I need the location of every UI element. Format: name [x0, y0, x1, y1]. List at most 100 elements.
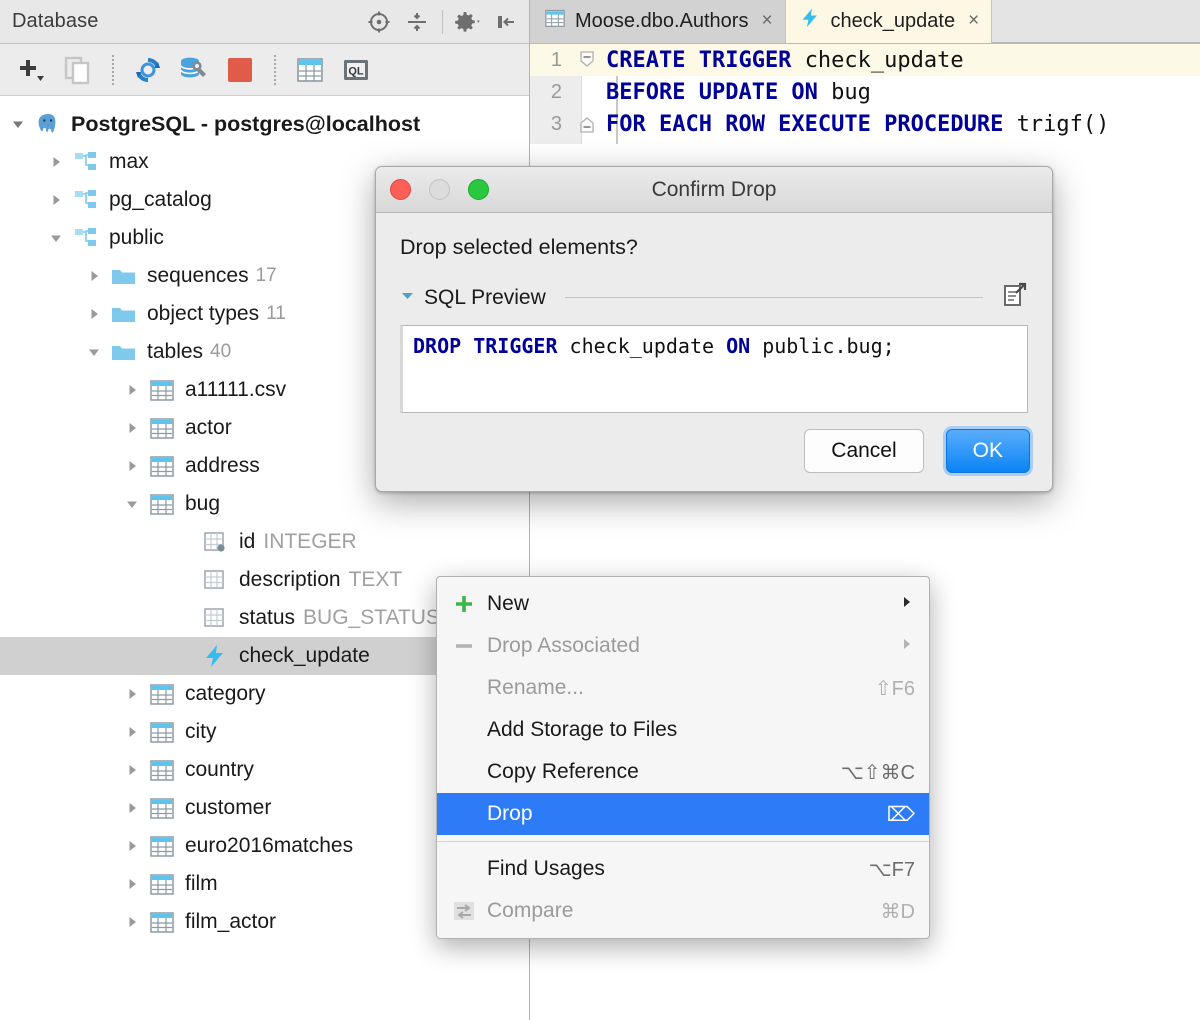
chevron-right-icon[interactable] [122, 456, 142, 476]
chevron-right-icon[interactable] [84, 304, 104, 324]
menu-item-shortcut: ⌘D [880, 900, 915, 923]
tree-node-label: description [239, 568, 341, 591]
close-window-button[interactable] [390, 179, 411, 200]
tree-node-type: INTEGER [263, 530, 357, 553]
synchronize-icon[interactable] [128, 50, 168, 90]
menu-item-drop[interactable]: Drop ⌦ [437, 793, 929, 835]
duplicate-icon [58, 50, 98, 90]
sql-preview-box[interactable]: DROP TRIGGER check_update ON public.bug; [400, 325, 1028, 413]
sql-identifier: public.bug; [762, 334, 895, 358]
tree-node-label: category [185, 682, 266, 705]
close-icon[interactable]: × [968, 10, 979, 32]
chevron-right-icon[interactable] [122, 836, 142, 856]
menu-item-label: Drop Associated [487, 634, 640, 657]
sql-keyword: ON [726, 334, 763, 358]
trigger-icon [202, 644, 230, 668]
chevron-down-icon[interactable] [8, 114, 28, 134]
menu-item-add-storage-to-files[interactable]: Add Storage to Files [437, 709, 929, 751]
trigger-icon [800, 7, 822, 35]
menu-item-shortcut: ⇧F6 [874, 677, 915, 700]
chevron-right-icon[interactable] [122, 722, 142, 742]
table-icon [148, 796, 176, 820]
tree-node-label: public [109, 226, 164, 249]
chevron-right-icon[interactable] [122, 912, 142, 932]
chevron-right-icon[interactable] [46, 152, 66, 172]
maximize-window-button[interactable] [468, 179, 489, 200]
chevron-right-icon[interactable] [46, 190, 66, 210]
chevron-right-icon[interactable] [122, 418, 142, 438]
menu-item-label: Drop [487, 802, 533, 825]
chevron-right-icon[interactable] [122, 380, 142, 400]
menu-item-label: Rename... [487, 676, 584, 699]
table-icon [148, 378, 176, 402]
tab-check-update[interactable]: check_update × [785, 0, 993, 43]
cancel-button[interactable]: Cancel [804, 429, 924, 473]
menu-item-new[interactable]: New [437, 583, 929, 625]
table-icon [148, 910, 176, 934]
code-text: CREATE TRIGGER check_update [602, 48, 964, 73]
dialog-question: Drop selected elements? [400, 235, 638, 259]
chevron-right-icon[interactable] [122, 684, 142, 704]
tree-node-count: 40 [210, 341, 232, 362]
tree-node-label: customer [185, 796, 272, 819]
close-icon[interactable]: × [761, 10, 772, 32]
tree-node-label: sequences [147, 264, 249, 287]
menu-item-label: Find Usages [487, 857, 605, 880]
tabbar-empty-area [992, 0, 1200, 43]
add-icon[interactable] [12, 50, 52, 90]
column-icon [202, 568, 230, 592]
menu-item-label: Compare [487, 899, 574, 922]
chevron-down-icon[interactable] [84, 342, 104, 362]
toolbar-divider-2 [274, 54, 276, 85]
query-console-icon[interactable]: QL [336, 50, 376, 90]
chevron-right-icon[interactable] [122, 798, 142, 818]
chevron-right-icon[interactable] [122, 874, 142, 894]
tree-node-label: max [109, 150, 149, 173]
chevron-right-icon[interactable] [122, 760, 142, 780]
editor-tabbar: Moose.dbo.Authors × check_update × [530, 0, 1200, 44]
fold-marker-end-icon[interactable] [572, 114, 602, 134]
sql-editor[interactable]: 1 CREATE TRIGGER check_update 2 BEFORE U… [530, 44, 1200, 144]
tab-label: Moose.dbo.Authors [575, 9, 749, 32]
table-icon [148, 682, 176, 706]
collapse-all-icon[interactable] [400, 5, 434, 39]
tree-node-count: 11 [266, 303, 286, 324]
chevron-down-icon[interactable] [400, 288, 415, 308]
table-editor-icon[interactable] [290, 50, 330, 90]
panel-header-icons [362, 0, 523, 44]
table-icon [148, 416, 176, 440]
ok-button[interactable]: OK [945, 429, 1030, 473]
header-divider [442, 10, 443, 34]
tree-node-label: euro2016matches [185, 834, 354, 857]
chevron-down-icon[interactable] [46, 228, 66, 248]
tree-node-column-id[interactable]: id INTEGER [0, 523, 529, 561]
tree-node-label: bug [185, 492, 221, 515]
window-controls [390, 179, 489, 200]
sql-preview-header[interactable]: SQL Preview [400, 282, 1028, 313]
scroll-from-source-icon[interactable] [362, 5, 396, 39]
dialog-title: Confirm Drop [651, 177, 777, 201]
data-source-properties-icon[interactable] [174, 50, 214, 90]
code-line-1: 1 CREATE TRIGGER check_update [530, 44, 1200, 76]
sql-keyword: CREATE TRIGGER [606, 47, 805, 73]
tree-node-postgresql-root[interactable]: PostgreSQL - postgres@localhost [0, 105, 529, 143]
settings-gear-icon[interactable] [451, 5, 485, 39]
menu-item-copy-reference[interactable]: Copy Reference ⌥⇧⌘C [437, 751, 929, 793]
menu-item-shortcut: ⌥F7 [868, 858, 915, 881]
sql-keyword: BEFORE UPDATE ON [606, 79, 832, 105]
folder-icon [110, 266, 138, 286]
submenu-arrow-icon [899, 592, 915, 616]
chevron-right-icon[interactable] [84, 266, 104, 286]
open-in-editor-icon[interactable] [1002, 282, 1028, 313]
tab-moose-dbo-authors[interactable]: Moose.dbo.Authors × [530, 0, 786, 43]
folder-icon [110, 304, 138, 324]
tree-node-label: city [185, 720, 217, 743]
stop-icon[interactable] [220, 50, 260, 90]
tree-node-label: film_actor [185, 910, 277, 933]
fold-marker-icon[interactable] [572, 50, 602, 70]
menu-item-find-usages[interactable]: Find Usages ⌥F7 [437, 848, 929, 890]
line-number: 2 [550, 80, 562, 103]
chevron-down-icon[interactable] [122, 494, 142, 514]
hide-panel-icon[interactable] [489, 5, 523, 39]
table-icon [148, 720, 176, 744]
